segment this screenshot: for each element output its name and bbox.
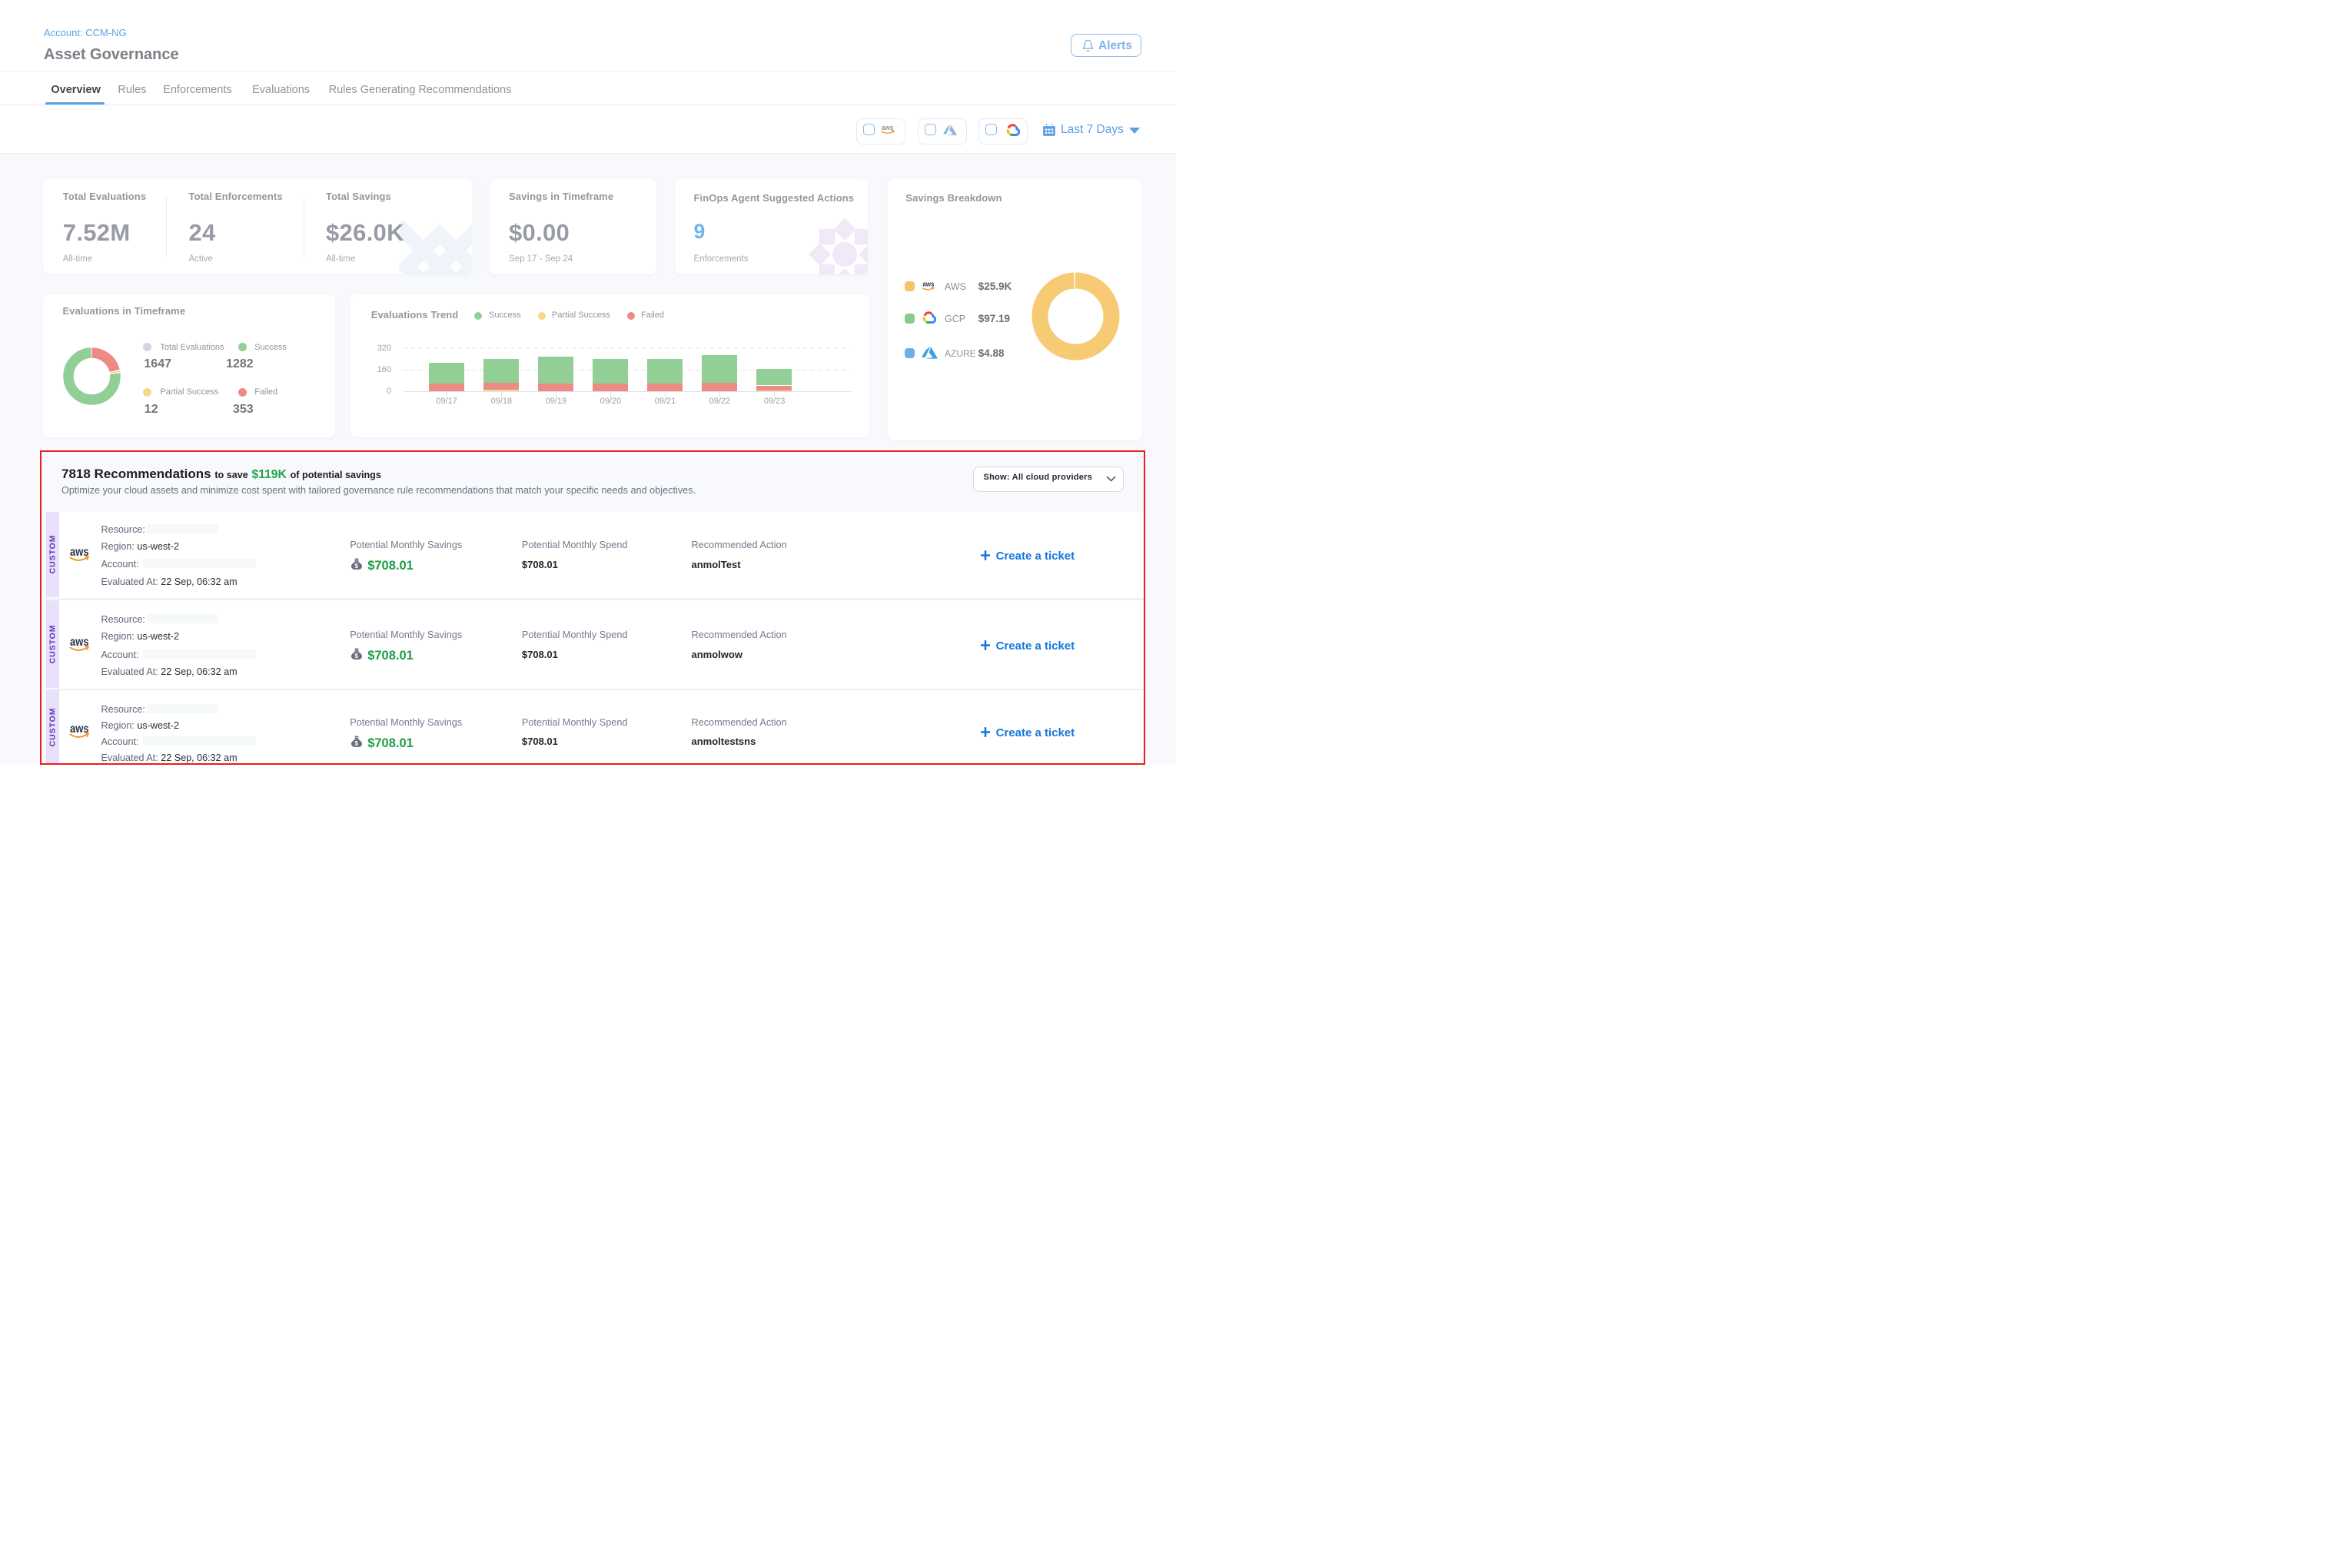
svg-text:aws: aws xyxy=(70,723,89,736)
svg-text:$: $ xyxy=(355,563,359,570)
svg-text:aws: aws xyxy=(70,636,89,649)
svg-text:$: $ xyxy=(355,653,359,659)
svg-text:$: $ xyxy=(355,740,359,747)
svg-text:aws: aws xyxy=(70,546,89,559)
